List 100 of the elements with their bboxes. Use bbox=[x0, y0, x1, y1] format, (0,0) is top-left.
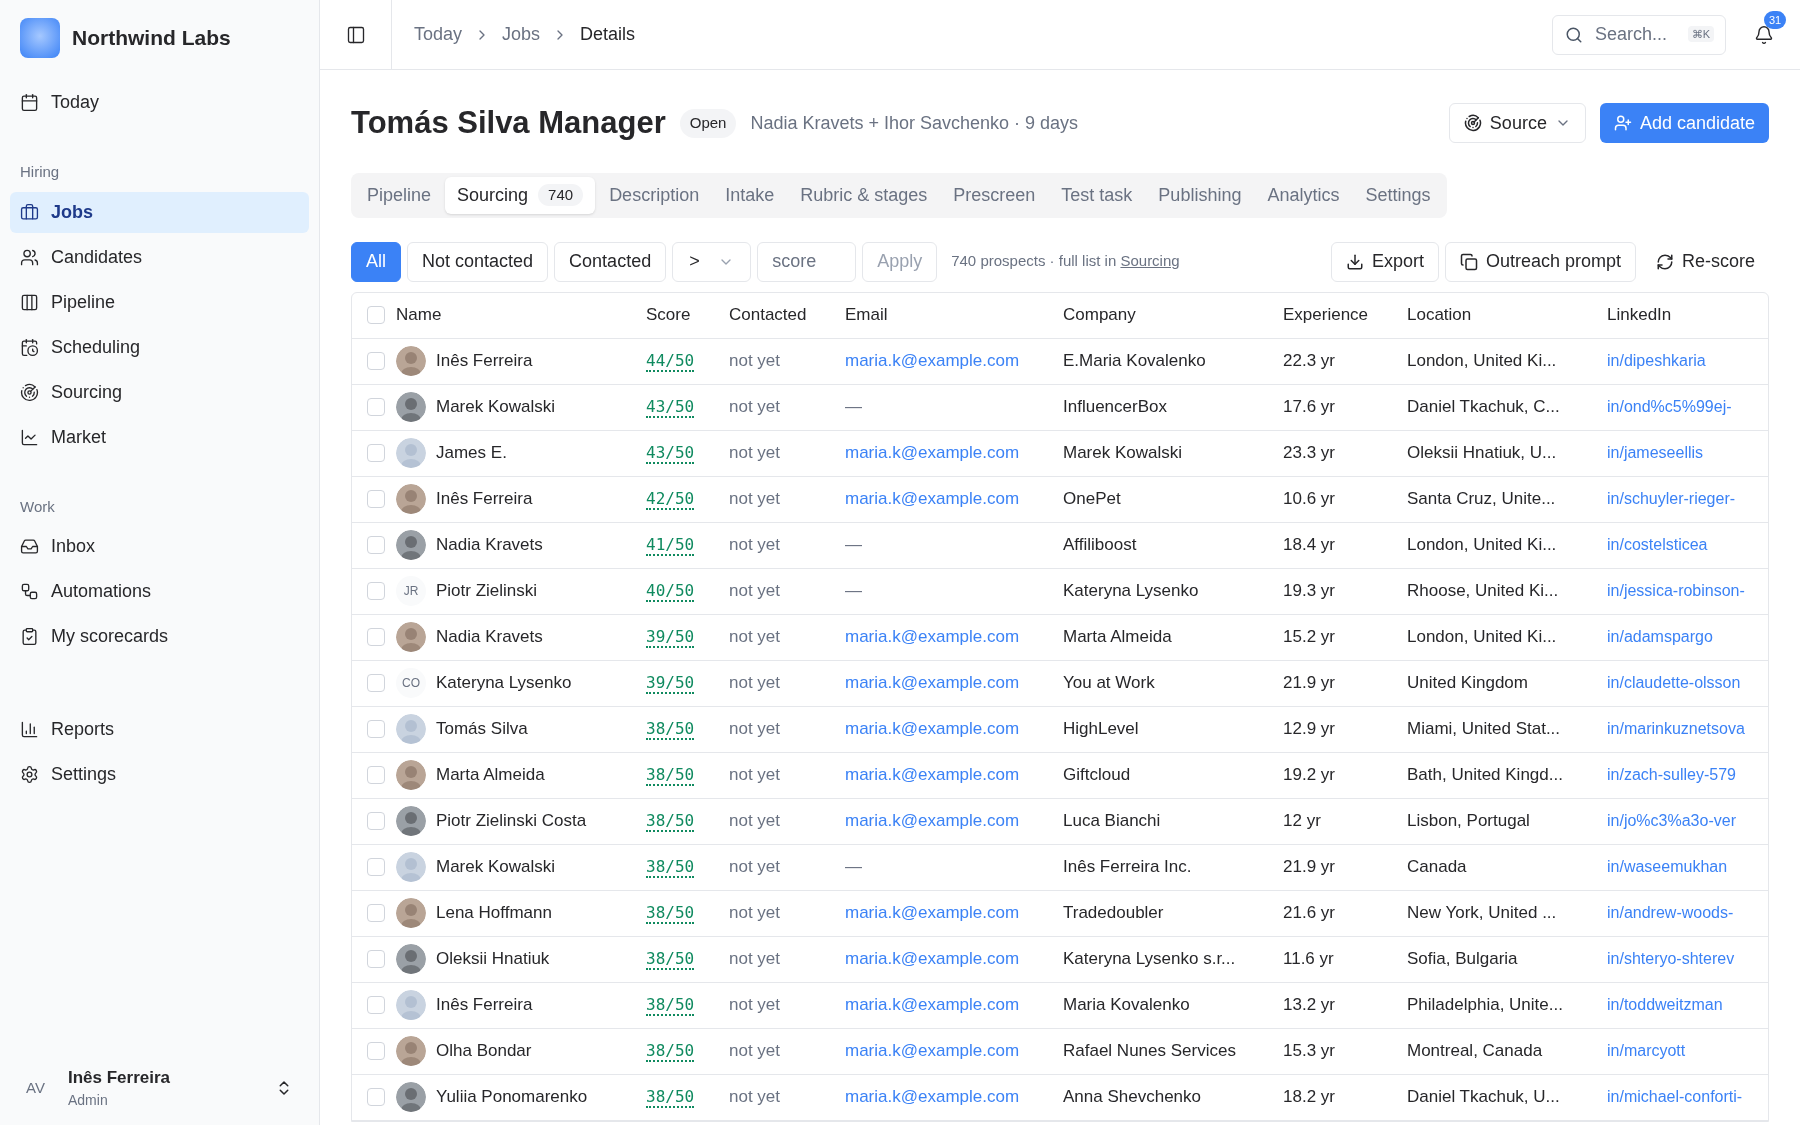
checkbox[interactable] bbox=[367, 352, 385, 370]
linkedin-link[interactable]: in/schuyler-rieger- bbox=[1607, 490, 1736, 508]
table-row[interactable]: Olha Bondar 38/50 not yet maria.k@example.com Rafael Nunes Services 15.3 yr Montreal, Canada in/marcyott bbox=[352, 1028, 1768, 1075]
tab[interactable]: Intake bbox=[713, 176, 787, 214]
email-link[interactable]: maria.k@example.com bbox=[845, 489, 1020, 509]
tab[interactable]: Settings bbox=[1353, 176, 1443, 214]
tab[interactable]: Rubric & stages bbox=[788, 176, 940, 214]
table-row[interactable]: Marek Kowalski 43/50 not yet — InfluencerBox 17.6 yr Daniel Tkachuk, C... in/ond%c5%99ej- bbox=[352, 384, 1768, 431]
column-header[interactable]: Score bbox=[646, 305, 691, 325]
checkbox[interactable] bbox=[367, 1042, 385, 1060]
tab[interactable]: Description bbox=[597, 176, 712, 214]
add-candidate-button[interactable]: Add candidate bbox=[1599, 103, 1769, 144]
table-row[interactable]: CO Kateryna Lysenko 39/50 not yet maria.k@example.com You at Work 21.9 yr United Kingdom in/claudette-olsson bbox=[352, 660, 1768, 707]
email-link[interactable]: maria.k@example.com bbox=[845, 949, 1020, 969]
checkbox[interactable] bbox=[367, 904, 385, 922]
sidebar-item[interactable]: Inbox bbox=[10, 526, 309, 567]
action-button[interactable]: Re-score bbox=[1641, 241, 1769, 282]
column-header[interactable]: Experience bbox=[1283, 305, 1369, 325]
checkbox[interactable] bbox=[367, 858, 385, 876]
column-header[interactable]: Company bbox=[1063, 305, 1136, 325]
email-link[interactable]: maria.k@example.com bbox=[845, 673, 1020, 693]
linkedin-link[interactable]: in/marinkuznetsova bbox=[1607, 720, 1745, 738]
sidebar-item[interactable]: Pipeline bbox=[10, 281, 309, 323]
email-link[interactable]: maria.k@example.com bbox=[845, 1041, 1020, 1061]
email-link[interactable]: — bbox=[845, 581, 862, 601]
email-link[interactable]: maria.k@example.com bbox=[845, 351, 1020, 371]
table-row[interactable]: Piotr Zielinski Costa 38/50 not yet maria.k@example.com Luca Bianchi 12 yr Lisbon, Portugal in/jo%c3%a3o-ver bbox=[352, 798, 1768, 845]
sidebar-item[interactable]: Settings bbox=[10, 754, 309, 795]
panel-toggle-icon[interactable] bbox=[345, 24, 366, 45]
linkedin-link[interactable]: in/costelsticea bbox=[1607, 536, 1708, 554]
email-link[interactable]: — bbox=[845, 535, 862, 555]
bell-icon[interactable] bbox=[1754, 24, 1774, 45]
filter-chip[interactable]: Not contacted bbox=[407, 241, 549, 282]
checkbox[interactable] bbox=[367, 766, 385, 784]
linkedin-link[interactable]: in/michael-conforti- bbox=[1607, 1088, 1743, 1106]
linkedin-link[interactable]: in/jessica-robinson- bbox=[1607, 582, 1745, 600]
sidebar-item[interactable]: Candidates bbox=[10, 236, 309, 278]
checkbox[interactable] bbox=[367, 444, 385, 462]
linkedin-link[interactable]: in/jameseellis bbox=[1607, 444, 1704, 462]
checkbox[interactable] bbox=[367, 582, 385, 600]
linkedin-link[interactable]: in/ond%c5%99ej- bbox=[1607, 398, 1732, 416]
table-row[interactable]: Nadia Kravets 41/50 not yet — Affiliboost 18.4 yr London, United Ki... in/costelsticea bbox=[352, 522, 1768, 569]
filter-chip[interactable]: All bbox=[351, 241, 401, 282]
score-field[interactable]: score bbox=[757, 241, 857, 282]
tab[interactable]: Publishing bbox=[1146, 176, 1254, 214]
email-link[interactable]: maria.k@example.com bbox=[845, 719, 1020, 739]
sidebar-item[interactable]: Today bbox=[10, 82, 309, 123]
linkedin-link[interactable]: in/shteryo-shterev bbox=[1607, 950, 1735, 968]
column-header[interactable]: Location bbox=[1407, 305, 1472, 325]
linkedin-link[interactable]: in/andrew-woods- bbox=[1607, 904, 1734, 922]
table-row[interactable]: Nadia Kravets 39/50 not yet maria.k@example.com Marta Almeida 15.2 yr London, United Ki... in/adamspargo bbox=[352, 614, 1768, 661]
column-header[interactable]: Name bbox=[396, 305, 442, 325]
action-button[interactable]: Outreach prompt bbox=[1444, 241, 1636, 282]
checkbox[interactable] bbox=[367, 812, 385, 830]
action-button[interactable]: Export bbox=[1330, 241, 1439, 282]
linkedin-link[interactable]: in/marcyott bbox=[1607, 1042, 1686, 1060]
sidebar-item[interactable]: Automations bbox=[10, 571, 309, 612]
operator-select[interactable]: > bbox=[672, 241, 752, 282]
linkedin-link[interactable]: in/zach-sulley-579 bbox=[1607, 766, 1736, 784]
table-row[interactable]: Tomás Silva 38/50 not yet maria.k@example.com HighLevel 12.9 yr Miami, United Stat... in/marinkuznetsova bbox=[352, 706, 1768, 753]
email-link[interactable]: — bbox=[845, 857, 862, 877]
sidebar-item[interactable]: Reports bbox=[10, 709, 309, 750]
checkbox[interactable] bbox=[367, 720, 385, 738]
tab[interactable]: Test task bbox=[1049, 176, 1145, 214]
sidebar-item[interactable]: Scheduling bbox=[10, 326, 309, 368]
breadcrumb[interactable]: Today bbox=[414, 21, 463, 48]
column-header[interactable]: Email bbox=[845, 305, 888, 325]
email-link[interactable]: maria.k@example.com bbox=[845, 1087, 1020, 1107]
sidebar-item[interactable]: My scorecards bbox=[10, 616, 309, 657]
table-row[interactable]: Yuliia Ponomarenko 38/50 not yet maria.k@example.com Anna Shevchenko 18.2 yr Daniel Tkachuk, U... in/michael-conforti- bbox=[352, 1074, 1768, 1121]
checkbox[interactable] bbox=[367, 950, 385, 968]
table-row[interactable]: Lena Hoffmann 38/50 not yet maria.k@example.com Tradedoubler 21.6 yr New York, United ... in/andrew-woods- bbox=[352, 890, 1768, 937]
source-button[interactable]: Source bbox=[1448, 103, 1586, 144]
table-row[interactable]: Marta Almeida 38/50 not yet maria.k@example.com Giftcloud 19.2 yr Bath, United Kingd... in/zach-sulley-579 bbox=[352, 752, 1768, 799]
sourcing-link[interactable]: Sourcing bbox=[1120, 252, 1180, 270]
checkbox[interactable] bbox=[367, 996, 385, 1014]
table-row[interactable]: JR Piotr Zielinski 40/50 not yet — Kateryna Lysenko 19.3 yr Rhoose, United Ki... in/jessica-robinson- bbox=[352, 568, 1768, 615]
checkbox[interactable] bbox=[367, 398, 385, 416]
email-link[interactable]: maria.k@example.com bbox=[845, 811, 1020, 831]
email-link[interactable]: — bbox=[845, 397, 862, 417]
breadcrumb[interactable]: Details bbox=[580, 21, 636, 48]
checkbox[interactable] bbox=[367, 674, 385, 692]
sidebar-item[interactable]: Jobs bbox=[10, 191, 309, 233]
tab[interactable]: Sourcing 740 bbox=[445, 176, 596, 214]
tab[interactable]: Prescreen bbox=[941, 176, 1048, 214]
tab[interactable]: Analytics bbox=[1255, 176, 1352, 214]
linkedin-link[interactable]: in/claudette-olsson bbox=[1607, 674, 1741, 692]
email-link[interactable]: maria.k@example.com bbox=[845, 995, 1020, 1015]
breadcrumb[interactable]: Jobs bbox=[502, 21, 541, 48]
table-row[interactable]: Marek Kowalski 38/50 not yet — Inês Ferreira Inc. 21.9 yr Canada in/waseemukhan bbox=[352, 844, 1768, 891]
table-row[interactable]: Inês Ferreira 38/50 not yet maria.k@example.com Maria Kovalenko 13.2 yr Philadelphia, Unite... in/toddweitzman bbox=[352, 982, 1768, 1029]
sidebar-item[interactable]: Market bbox=[10, 416, 309, 458]
table-row[interactable]: Inês Ferreira 44/50 not yet maria.k@example.com E.Maria Kovalenko 22.3 yr London, United Ki... in/dipeshkaria bbox=[352, 338, 1768, 385]
linkedin-link[interactable]: in/jo%c3%a3o-ver bbox=[1607, 812, 1736, 830]
sidebar-item[interactable]: Sourcing bbox=[10, 371, 309, 413]
table-row[interactable]: James E. 43/50 not yet maria.k@example.com Marek Kowalski 23.3 yr Oleksii Hnatiuk, U... in/jameseellis bbox=[352, 430, 1768, 477]
linkedin-link[interactable]: in/dipeshkaria bbox=[1607, 352, 1706, 370]
checkbox[interactable] bbox=[367, 306, 385, 324]
checkbox[interactable] bbox=[367, 1088, 385, 1106]
column-header[interactable]: LinkedIn bbox=[1607, 305, 1672, 325]
